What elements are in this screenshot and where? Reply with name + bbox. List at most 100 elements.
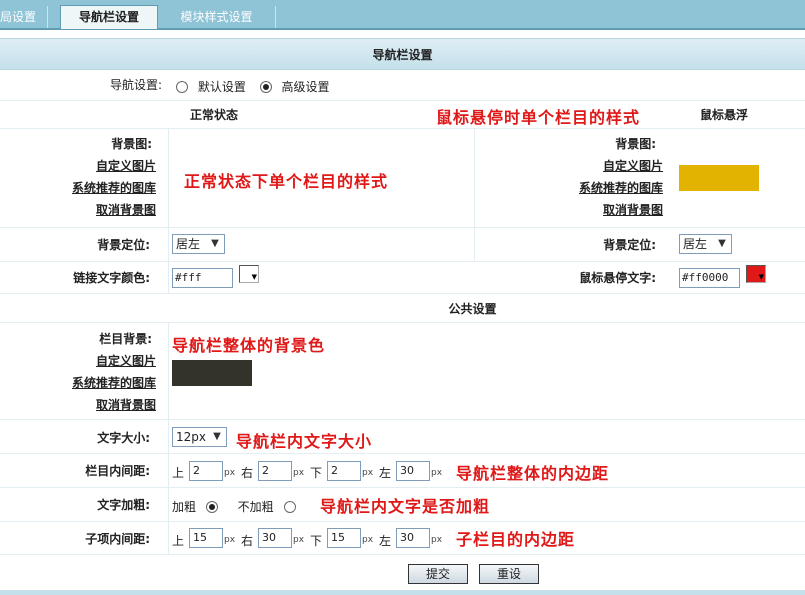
bold-row: 文字加粗: 加粗 不加粗 导航栏内文字是否加粗 [0, 488, 805, 522]
padding-bottom-label: 下 [310, 466, 323, 480]
chevron-down-icon: ▼ [213, 431, 221, 442]
link-color-picker[interactable]: ▼ [239, 265, 259, 283]
hover-gallery-link[interactable]: 系统推荐的图库 [540, 181, 663, 195]
column-bg-color-preview [172, 360, 252, 386]
column-bg-label: 栏目背景: [99, 332, 152, 346]
item-padding-bottom-input[interactable]: 15 [327, 528, 361, 548]
normal-state-title: 正常状态 [190, 108, 239, 122]
link-color-input[interactable]: #fff [172, 268, 233, 288]
item-padding-right-label: 右 [241, 534, 254, 548]
padding-top-label: 上 [172, 466, 185, 480]
annotation-hover-item-style: 鼠标悬停时单个栏目的样式 [436, 108, 641, 127]
font-size-row: 文字大小: 12px ▼ 导航栏内文字大小 [0, 420, 805, 454]
submit-button[interactable]: 提交 [408, 564, 468, 584]
reset-button[interactable]: 重设 [479, 564, 539, 584]
text-color-row: 链接文字颜色: #fff ▼ 鼠标悬停文字: #ff0000 ▼ [0, 262, 805, 294]
padding-bottom-input[interactable]: 2 [327, 461, 361, 481]
hover-text-color-input[interactable]: #ff0000 [679, 268, 740, 288]
column-padding-row: 栏目内间距: 上 2 px 右 2 px 下 2 px 左 30 px 导航栏整… [0, 454, 805, 488]
nav-mode-default-radio[interactable] [176, 81, 188, 93]
bold-on-radio[interactable] [205, 501, 218, 513]
normal-clear-bg-link[interactable]: 取消背景图 [40, 203, 156, 217]
padding-right-label: 右 [241, 466, 254, 480]
annotation-bar-bg: 导航栏整体的背景色 [172, 336, 326, 355]
label-column-divider [168, 323, 169, 555]
bold-on-label: 加粗 [172, 500, 197, 514]
tab-nav-settings[interactable]: 导航栏设置 [60, 5, 158, 29]
hover-text-color-picker[interactable]: ▼ [746, 265, 766, 283]
font-size-value: 12px [176, 430, 206, 444]
item-padding-left-label: 左 [379, 534, 392, 548]
annotation-bold: 导航栏内文字是否加粗 [320, 497, 491, 516]
nav-mode-advanced-label: 高级设置 [281, 80, 330, 94]
hover-bg-color-preview [679, 165, 759, 191]
px-unit: px [293, 468, 305, 478]
px-unit: px [224, 468, 236, 478]
bg-image-row: 背景图: 自定义图片 系统推荐的图库 取消背景图 正常状态下单个栏目的样式 背景… [0, 129, 805, 228]
item-padding-left-input[interactable]: 30 [396, 528, 430, 548]
normal-gallery-link[interactable]: 系统推荐的图库 [40, 181, 156, 195]
label-column-divider [168, 129, 169, 294]
public-settings-title: 公共设置 [448, 302, 497, 316]
font-size-label: 文字大小: [97, 431, 150, 445]
tab-module-style-settings[interactable]: 模块样式设置 [158, 6, 276, 28]
px-unit: px [362, 535, 374, 545]
hover-text-color-label: 鼠标悬停文字: [579, 271, 656, 285]
column-custom-image-link[interactable]: 自定义图片 [40, 354, 156, 368]
column-padding-label: 栏目内间距: [85, 464, 150, 478]
hover-bg-label: 背景图: [615, 137, 656, 151]
item-padding-right-input[interactable]: 30 [258, 528, 292, 548]
font-size-select[interactable]: 12px ▼ [172, 427, 227, 447]
hover-custom-image-link[interactable]: 自定义图片 [540, 159, 663, 173]
hover-position-label: 背景定位: [603, 238, 656, 252]
px-unit: px [431, 468, 443, 478]
normal-custom-image-link[interactable]: 自定义图片 [40, 159, 156, 173]
annotation-font-size: 导航栏内文字大小 [236, 432, 373, 451]
tab-global-settings[interactable]: 局设置 [0, 6, 48, 28]
public-settings-title-row: 公共设置 [0, 294, 805, 323]
padding-left-input[interactable]: 30 [396, 461, 430, 481]
hover-clear-bg-link[interactable]: 取消背景图 [540, 203, 663, 217]
nav-mode-advanced-radio[interactable] [259, 81, 272, 93]
column-gallery-link[interactable]: 系统推荐的图库 [40, 376, 156, 390]
link-color-label: 链接文字颜色: [73, 271, 150, 285]
tab-bar: 局设置 导航栏设置 模块样式设置 [0, 0, 805, 30]
annotation-bar-padding: 导航栏整体的内边距 [456, 464, 610, 483]
bold-options: 加粗 不加粗 [172, 498, 296, 515]
chevron-down-icon: ▼ [718, 238, 726, 249]
dropdown-arrow-icon: ▼ [251, 273, 257, 281]
state-divider [474, 129, 475, 262]
nav-mode-label: 导航设置: [109, 78, 162, 92]
bold-label: 文字加粗: [97, 498, 150, 512]
dropdown-arrow-icon: ▼ [758, 273, 764, 281]
hover-position-select[interactable]: 居左 ▼ [679, 234, 732, 254]
px-unit: px [362, 468, 374, 478]
state-titles-row: 正常状态 鼠标悬停时单个栏目的样式 鼠标悬浮 [0, 101, 805, 129]
normal-position-value: 居左 [176, 237, 201, 251]
nav-mode-row: 导航设置: 默认设置 高级设置 [0, 70, 805, 101]
padding-right-input[interactable]: 2 [258, 461, 292, 481]
normal-position-label: 背景定位: [97, 238, 150, 252]
column-clear-bg-link[interactable]: 取消背景图 [40, 398, 156, 412]
padding-top-input[interactable]: 2 [189, 461, 223, 481]
item-padding-top-input[interactable]: 15 [189, 528, 223, 548]
normal-bg-label: 背景图: [111, 137, 152, 151]
padding-left-label: 左 [379, 466, 392, 480]
section-header: 导航栏设置 [0, 38, 805, 70]
annotation-item-padding: 子栏目的内边距 [456, 530, 576, 549]
annotation-normal-item-style: 正常状态下单个栏目的样式 [184, 172, 389, 191]
column-bg-row: 栏目背景: 自定义图片 系统推荐的图库 取消背景图 导航栏整体的背景色 [0, 323, 805, 420]
footer-bar [0, 590, 805, 595]
px-unit: px [224, 535, 236, 545]
px-unit: px [431, 535, 443, 545]
item-padding-top-label: 上 [172, 534, 185, 548]
item-padding-bottom-label: 下 [310, 534, 323, 548]
bold-off-radio[interactable] [283, 501, 296, 513]
bold-off-label: 不加粗 [237, 500, 274, 514]
bg-position-row: 背景定位: 居左 ▼ 背景定位: 居左 ▼ [0, 228, 805, 262]
normal-position-select[interactable]: 居左 ▼ [172, 234, 225, 254]
hover-position-value: 居左 [683, 237, 708, 251]
hover-state-title: 鼠标悬浮 [700, 108, 749, 122]
nav-mode-options: 默认设置 高级设置 [176, 78, 330, 95]
nav-mode-default-label: 默认设置 [197, 80, 246, 94]
